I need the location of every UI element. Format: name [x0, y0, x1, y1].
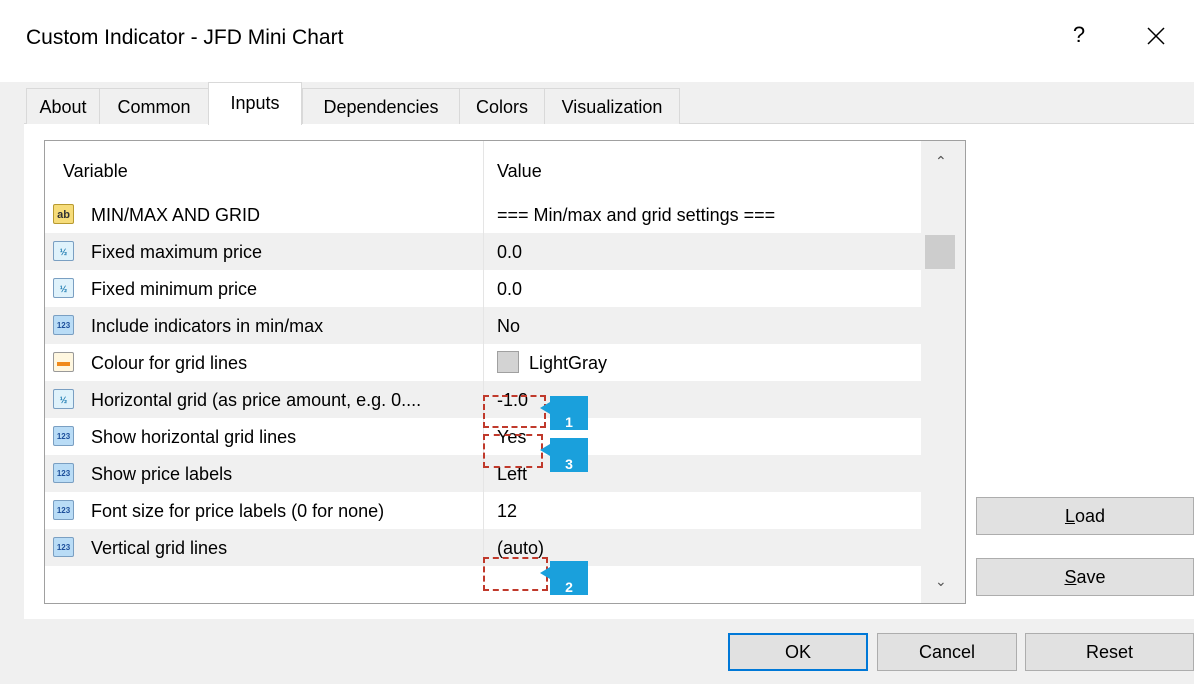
variable-name: Show horizontal grid lines	[91, 427, 297, 447]
variable-value[interactable]: 0.0	[497, 279, 522, 300]
variable-value[interactable]: 0.0	[497, 242, 522, 263]
close-icon	[1147, 27, 1165, 45]
integer-type-icon: 123	[53, 315, 74, 335]
variable-value[interactable]: === Min/max and grid settings ===	[497, 205, 775, 226]
variable-name: Fixed maximum price	[91, 242, 263, 262]
variable-name: Font size for price labels (0 for none)	[91, 501, 385, 521]
column-divider	[483, 270, 484, 307]
table-row[interactable]: ½ Fixed maximum price 0.0	[45, 233, 921, 270]
double-type-icon: ½	[53, 241, 74, 261]
table-header: Variable Value	[45, 141, 921, 196]
variable-name: Vertical grid lines	[91, 538, 228, 558]
table-row[interactable]: 123 Font size for price labels (0 for no…	[45, 492, 921, 529]
variable-name: Fixed minimum price	[91, 279, 258, 299]
table-row[interactable]: ab MIN/MAX AND GRID === Min/max and grid…	[45, 196, 921, 233]
double-type-icon: ½	[53, 389, 74, 409]
column-header-variable[interactable]: Variable	[63, 161, 128, 182]
column-header-value[interactable]: Value	[497, 161, 542, 182]
scroll-up-icon[interactable]: ⌃	[935, 153, 947, 170]
window-title: Custom Indicator - JFD Mini Chart	[26, 26, 344, 49]
double-type-icon: ½	[53, 278, 74, 298]
integer-type-icon: 123	[53, 500, 74, 520]
close-button[interactable]	[1138, 18, 1174, 54]
variable-name: Include indicators in min/max	[91, 316, 324, 336]
table-row[interactable]: 123 Include indicators in min/max No	[45, 307, 921, 344]
color-type-icon	[53, 352, 74, 372]
variable-name: MIN/MAX AND GRID	[91, 205, 261, 225]
ok-button[interactable]: OK	[728, 633, 868, 671]
column-divider	[483, 344, 484, 381]
color-name: LightGray	[529, 353, 608, 373]
callout-pointer	[540, 444, 550, 456]
column-divider	[483, 492, 484, 529]
table-row[interactable]: ½ Fixed minimum price 0.0	[45, 270, 921, 307]
integer-type-icon: 123	[53, 537, 74, 557]
column-divider	[483, 196, 484, 233]
cancel-button[interactable]: Cancel	[877, 633, 1017, 671]
callout-pointer	[540, 567, 550, 579]
variable-value[interactable]: LightGray	[497, 351, 608, 375]
tab-about[interactable]: About	[26, 88, 100, 124]
integer-type-icon: 123	[53, 463, 74, 483]
annotation-badge: 3	[550, 438, 588, 472]
reset-button[interactable]: Reset	[1025, 633, 1194, 671]
tab-colors[interactable]: Colors	[459, 88, 545, 124]
variable-value[interactable]: No	[497, 316, 520, 337]
variable-name: Show price labels	[91, 464, 233, 484]
tab-inputs[interactable]: Inputs	[208, 82, 302, 125]
tab-common[interactable]: Common	[99, 88, 209, 124]
string-type-icon: ab	[53, 204, 74, 224]
scrollbar-thumb[interactable]	[925, 235, 955, 269]
highlight-box	[483, 434, 543, 468]
annotation-badge: 2	[550, 561, 588, 595]
callout-pointer	[540, 402, 550, 414]
scroll-down-icon[interactable]: ⌄	[935, 573, 947, 590]
tab-visualization[interactable]: Visualization	[544, 88, 680, 124]
help-button[interactable]: ?	[1068, 22, 1090, 48]
save-button[interactable]: Save	[976, 558, 1194, 596]
variable-name: Horizontal grid (as price amount, e.g. 0…	[91, 390, 422, 410]
highlight-box	[483, 557, 548, 591]
vertical-scrollbar[interactable]: ⌃ ⌄	[921, 141, 965, 603]
variable-value[interactable]: 12	[497, 501, 517, 522]
variable-name: Colour for grid lines	[91, 353, 248, 373]
color-swatch	[497, 351, 519, 374]
tab-dependencies[interactable]: Dependencies	[302, 88, 460, 124]
column-divider	[483, 233, 484, 270]
variable-value[interactable]: (auto)	[497, 538, 544, 559]
title-bar: Custom Indicator - JFD Mini Chart ?	[0, 0, 1194, 82]
column-divider[interactable]	[483, 141, 484, 196]
table-row[interactable]: Colour for grid lines LightGray	[45, 344, 921, 381]
annotation-badge: 1	[550, 396, 588, 430]
column-divider	[483, 307, 484, 344]
integer-type-icon: 123	[53, 426, 74, 446]
inputs-table[interactable]: Variable Value ab MIN/MAX AND GRID === M…	[44, 140, 966, 604]
highlight-box	[483, 395, 546, 428]
load-button[interactable]: Load	[976, 497, 1194, 535]
